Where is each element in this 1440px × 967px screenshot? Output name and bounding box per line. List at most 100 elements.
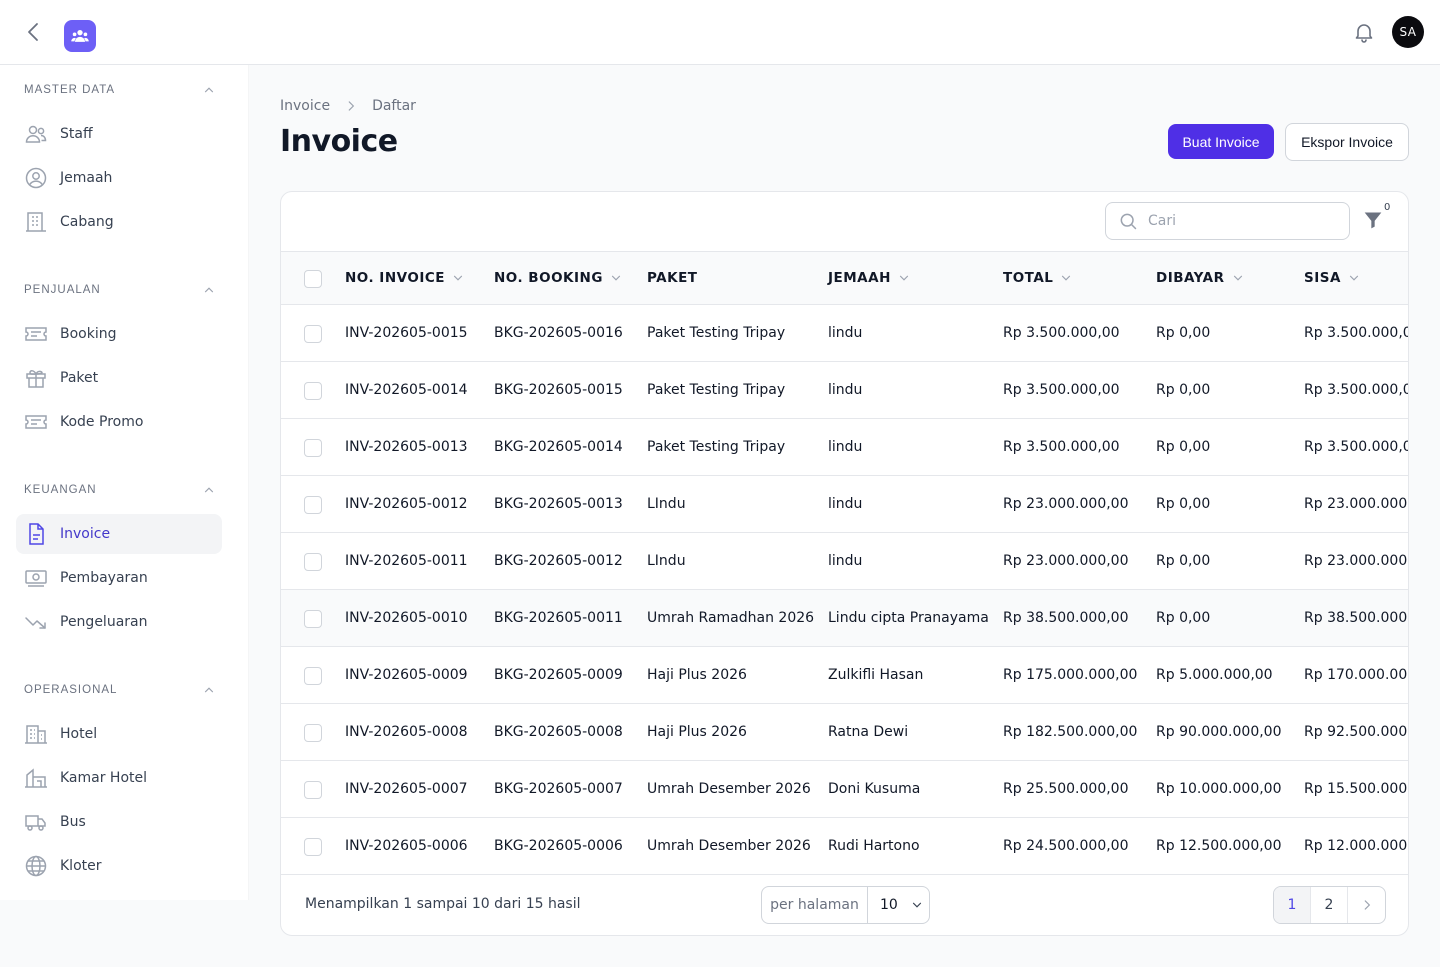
cell-jemaah: lindu: [828, 382, 863, 398]
breadcrumb-link-invoice[interactable]: Invoice: [280, 98, 330, 114]
table-row[interactable]: INV-202605-0015 BKG-202605-0016 Paket Test…: [281, 305, 1409, 362]
table-row[interactable]: INV-202605-0009 BKG-202605-0009 Haji Plus …: [281, 647, 1408, 704]
column-header-no-booking[interactable]: NO. BOOKING: [494, 252, 623, 304]
row-checkbox[interactable]: [304, 439, 322, 457]
table-row[interactable]: INV-202605-0013 BKG-202605-0014 Paket Test…: [281, 419, 1408, 476]
column-header-label: SISA: [1304, 270, 1341, 286]
sidebar-item-label: Booking: [60, 326, 117, 342]
gift-icon: [26, 370, 46, 388]
row-checkbox[interactable]: [304, 553, 322, 571]
row-checkbox[interactable]: [304, 496, 322, 514]
table-row[interactable]: INV-202605-0008 BKG-202605-0008 Haji Plus …: [281, 704, 1408, 761]
chevron-down-icon: [1062, 275, 1071, 281]
sidebar-group-penjualan[interactable]: PENJUALAN: [24, 280, 216, 300]
sidebar-item-label: Pembayaran: [60, 570, 148, 586]
team-icon: [71, 30, 89, 42]
search-icon: [1120, 213, 1137, 230]
trending-down-icon: [25, 617, 46, 629]
column-header-jemaah[interactable]: JEMAAH: [828, 252, 911, 304]
filter-icon[interactable]: [1363, 210, 1383, 230]
cell-sisa: Rp 3.500.000,00: [1304, 325, 1409, 341]
sidebar-item-kode-promo[interactable]: Kode Promo: [16, 402, 222, 442]
column-header-label: TOTAL: [1003, 270, 1054, 286]
sidebar-group-master-data[interactable]: MASTER DATA: [24, 80, 216, 100]
next-page-button[interactable]: [1348, 887, 1385, 923]
sidebar-item-kamar-hotel[interactable]: Kamar Hotel: [16, 758, 222, 798]
sidebar-item-cabang[interactable]: Cabang: [16, 202, 222, 242]
per-page-value[interactable]: 10: [868, 887, 929, 923]
cell-sisa: Rp 92.500.000,00: [1304, 724, 1408, 740]
table-row[interactable]: INV-202605-0012 BKG-202605-0013 LIndu lindu…: [281, 476, 1408, 533]
sidebar-item-staff[interactable]: Staff: [16, 114, 222, 154]
sidebar-item-booking[interactable]: Booking: [16, 314, 222, 354]
cell-total: Rp 3.500.000,00: [1003, 382, 1120, 398]
chevron-up-icon: [204, 87, 214, 93]
cell-total: Rp 3.500.000,00: [1003, 439, 1120, 455]
table-row[interactable]: INV-202605-0010 BKG-202605-0011 Umrah Rama…: [281, 590, 1408, 647]
column-header-sisa[interactable]: SISA: [1304, 252, 1361, 304]
cell-dibayar: Rp 0,00: [1156, 382, 1211, 398]
invoice-table-card: 0 NO. INVOICE NO. BOOKING PAKET JEMAAH T…: [280, 191, 1409, 936]
sidebar-item-label: Kamar Hotel: [60, 770, 148, 786]
row-checkbox[interactable]: [304, 838, 322, 856]
per-page-select[interactable]: per halaman 10: [761, 886, 930, 924]
sidebar-item-label: Bus: [60, 814, 86, 830]
cell-booking-no: BKG-202605-0009: [494, 667, 623, 683]
row-checkbox[interactable]: [304, 667, 322, 685]
sidebar-item-jemaah[interactable]: Jemaah: [16, 158, 222, 198]
search-box[interactable]: [1105, 202, 1350, 240]
table-header: NO. INVOICE NO. BOOKING PAKET JEMAAH TOT…: [281, 251, 1408, 305]
sidebar-item-paket[interactable]: Paket: [16, 358, 222, 398]
sidebar-item-label: Hotel: [60, 726, 98, 742]
cell-jemaah: Doni Kusuma: [828, 781, 921, 797]
sidebar-item-label: Invoice: [60, 526, 111, 542]
chevron-down-icon: [1349, 275, 1359, 281]
cell-booking-no: BKG-202605-0013: [494, 496, 623, 512]
row-checkbox[interactable]: [304, 724, 322, 742]
column-header-no-invoice[interactable]: NO. INVOICE: [345, 252, 465, 304]
table-row[interactable]: INV-202605-0007 BKG-202605-0007 Umrah Dese…: [281, 761, 1408, 818]
sidebar-item-bus[interactable]: Bus: [16, 802, 222, 842]
cell-booking-no: BKG-202605-0012: [494, 553, 623, 569]
sidebar-item-label: Cabang: [60, 214, 114, 230]
cell-total: Rp 24.500.000,00: [1003, 838, 1129, 854]
cell-dibayar: Rp 0,00: [1156, 439, 1211, 455]
column-header-total[interactable]: TOTAL: [1003, 252, 1073, 304]
export-invoice-button[interactable]: Ekspor Invoice: [1285, 123, 1409, 161]
sidebar-item-invoice[interactable]: Invoice: [16, 514, 222, 554]
sidebar-item-pembayaran[interactable]: Pembayaran: [16, 558, 222, 598]
table-row[interactable]: INV-202605-0014 BKG-202605-0015 Paket Test…: [281, 362, 1408, 419]
row-checkbox[interactable]: [304, 781, 322, 799]
truck-icon: [25, 815, 46, 831]
sidebar-item-pengeluaran[interactable]: Pengeluaran: [16, 602, 222, 642]
column-header-label: PAKET: [647, 270, 698, 286]
table-row[interactable]: INV-202605-0006 BKG-202605-0006 Umrah Dese…: [281, 818, 1408, 875]
user-avatar[interactable]: SA: [1392, 16, 1424, 48]
cell-dibayar: Rp 10.000.000,00: [1156, 781, 1282, 797]
cell-invoice-no: INV-202605-0008: [345, 724, 468, 740]
create-invoice-button[interactable]: Buat Invoice: [1168, 124, 1274, 159]
search-input[interactable]: [1148, 213, 1338, 229]
app-logo[interactable]: [64, 20, 96, 52]
sidebar-group-operasional[interactable]: OPERASIONAL: [24, 680, 216, 700]
sidebar-group-keuangan[interactable]: KEUANGAN: [24, 480, 216, 500]
sidebar-item-hotel[interactable]: Hotel: [16, 714, 222, 754]
column-header-label: NO. INVOICE: [345, 270, 445, 286]
row-checkbox[interactable]: [304, 325, 322, 343]
table-row[interactable]: INV-202605-0011 BKG-202605-0012 LIndu lindu…: [281, 533, 1408, 590]
back-arrow-icon[interactable]: [22, 20, 46, 44]
page-button-1[interactable]: 1: [1274, 887, 1311, 923]
sidebar-item-label: Kode Promo: [60, 414, 144, 430]
cell-jemaah: lindu: [828, 553, 863, 569]
per-page-value-text: 10: [880, 897, 898, 913]
cell-sisa: Rp 38.500.000,00: [1304, 610, 1408, 626]
sidebar-item-kloter[interactable]: Kloter: [16, 846, 222, 886]
page-button-2[interactable]: 2: [1311, 887, 1348, 923]
users-icon: [25, 125, 47, 143]
column-header-dibayar[interactable]: DIBAYAR: [1156, 252, 1245, 304]
row-checkbox[interactable]: [304, 610, 322, 628]
breadcrumb: Invoice Daftar: [280, 96, 416, 116]
bell-icon[interactable]: [1352, 20, 1376, 44]
select-all-checkbox[interactable]: [304, 270, 322, 288]
row-checkbox[interactable]: [304, 382, 322, 400]
